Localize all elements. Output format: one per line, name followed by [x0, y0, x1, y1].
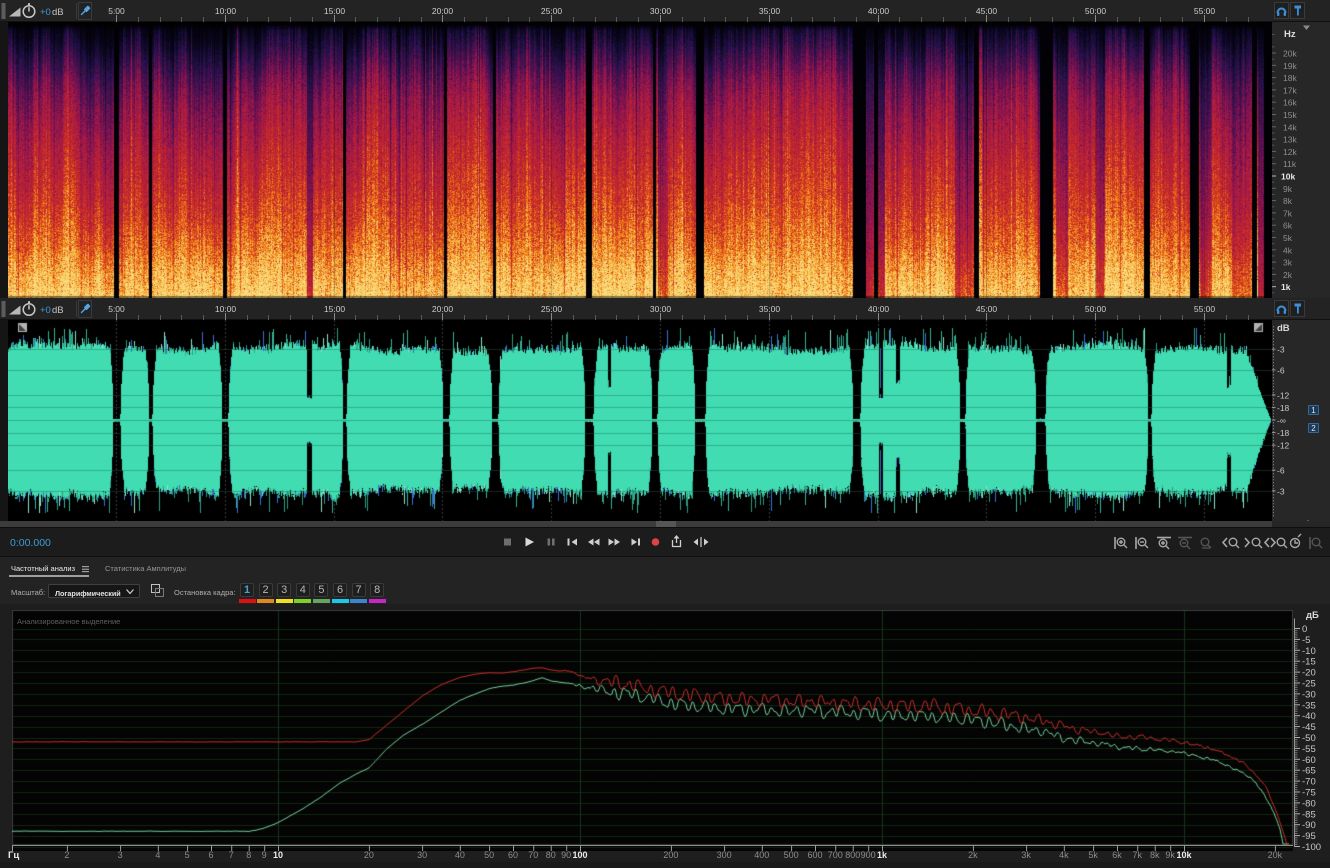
svg-text:-25: -25: [1302, 679, 1316, 690]
svg-text:45:00: 45:00: [976, 6, 998, 16]
svg-text:40:00: 40:00: [868, 6, 890, 16]
svg-text:10:00: 10:00: [215, 6, 237, 16]
svg-text:13k: 13k: [1283, 135, 1297, 145]
svg-text:11k: 11k: [1283, 159, 1297, 169]
svg-text:dB: dB: [1277, 323, 1290, 334]
svg-text:55:00: 55:00: [1194, 6, 1216, 16]
svg-text:6k: 6k: [1283, 221, 1293, 231]
svg-text:1k: 1k: [1281, 282, 1291, 292]
svg-text:15:00: 15:00: [324, 6, 346, 16]
svg-text:20:00: 20:00: [432, 304, 454, 314]
svg-text:-65: -65: [1302, 766, 1316, 777]
svg-text:dB: dB: [52, 305, 64, 316]
svg-text:30:00: 30:00: [650, 6, 672, 16]
svg-text:-80: -80: [1302, 798, 1316, 809]
svg-text:-40: -40: [1302, 711, 1316, 722]
svg-text:14k: 14k: [1283, 122, 1297, 132]
svg-text:7k: 7k: [1283, 208, 1293, 218]
svg-text:55:00: 55:00: [1194, 304, 1216, 314]
svg-text:18k: 18k: [1283, 73, 1297, 83]
svg-text:35:00: 35:00: [759, 304, 781, 314]
svg-text:+0: +0: [40, 7, 51, 18]
svg-text:10k: 10k: [1281, 172, 1295, 182]
svg-text:9k: 9k: [1283, 184, 1293, 194]
svg-text:-35: -35: [1302, 700, 1316, 711]
svg-text:50:00: 50:00: [1085, 6, 1107, 16]
svg-text:-12: -12: [1277, 441, 1290, 451]
svg-text:25:00: 25:00: [541, 304, 563, 314]
svg-text:17k: 17k: [1283, 85, 1297, 95]
svg-text:40:00: 40:00: [868, 304, 890, 314]
svg-text:-15: -15: [1302, 657, 1316, 668]
svg-text:дБ: дБ: [1306, 610, 1319, 621]
svg-text:5k: 5k: [1283, 233, 1293, 243]
svg-text:-45: -45: [1302, 722, 1316, 733]
svg-text:45:00: 45:00: [976, 304, 998, 314]
svg-text:-12: -12: [1277, 390, 1290, 400]
svg-text:4k: 4k: [1283, 245, 1293, 255]
svg-text:30:00: 30:00: [650, 304, 672, 314]
svg-text:-70: -70: [1302, 777, 1316, 788]
svg-text:20k: 20k: [1283, 49, 1297, 59]
svg-text:-30: -30: [1302, 689, 1316, 700]
svg-text:25:00: 25:00: [541, 6, 563, 16]
svg-text:-100: -100: [1302, 842, 1321, 853]
svg-text:-90: -90: [1302, 820, 1316, 831]
svg-text:50:00: 50:00: [1085, 304, 1107, 314]
svg-text:-95: -95: [1302, 831, 1316, 842]
svg-text:16k: 16k: [1283, 98, 1297, 108]
svg-text:5:00: 5:00: [108, 304, 125, 314]
svg-text:+0: +0: [40, 305, 51, 316]
svg-text:3k: 3k: [1283, 258, 1293, 268]
svg-text:19k: 19k: [1283, 61, 1297, 71]
svg-text:-75: -75: [1302, 788, 1316, 799]
svg-text:-85: -85: [1302, 809, 1316, 820]
svg-text:-6: -6: [1277, 365, 1285, 375]
svg-text:-10: -10: [1302, 646, 1316, 657]
svg-text:-18: -18: [1277, 428, 1290, 438]
svg-text:2k: 2k: [1283, 270, 1293, 280]
svg-text:0: 0: [1302, 624, 1307, 635]
svg-text:8k: 8k: [1283, 196, 1293, 206]
svg-text:-∞: -∞: [1277, 416, 1286, 426]
svg-text:-6: -6: [1277, 466, 1285, 476]
svg-text:15:00: 15:00: [324, 304, 346, 314]
svg-text:5:00: 5:00: [108, 6, 125, 16]
svg-text:12k: 12k: [1283, 147, 1297, 157]
svg-text:15k: 15k: [1283, 110, 1297, 120]
svg-text:-55: -55: [1302, 744, 1316, 755]
svg-text:-50: -50: [1302, 733, 1316, 744]
svg-text:-60: -60: [1302, 755, 1316, 766]
svg-text:-5: -5: [1302, 635, 1310, 646]
svg-text:-18: -18: [1277, 403, 1290, 413]
svg-text:35:00: 35:00: [759, 6, 781, 16]
svg-text:-3: -3: [1277, 486, 1285, 496]
svg-text:-3: -3: [1277, 345, 1285, 355]
svg-text:-20: -20: [1302, 668, 1316, 679]
svg-text:dB: dB: [52, 7, 64, 18]
svg-text:20:00: 20:00: [432, 6, 454, 16]
svg-text:Hz: Hz: [1284, 29, 1296, 40]
svg-text:10:00: 10:00: [215, 304, 237, 314]
